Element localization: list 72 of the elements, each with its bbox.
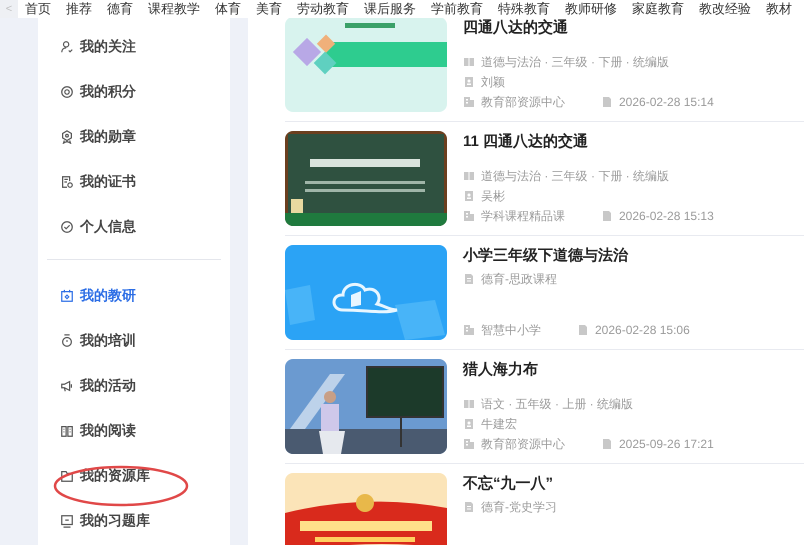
building-icon <box>463 210 475 222</box>
sidebar-item[interactable]: 个人信息 <box>60 216 136 237</box>
meta-text: 德育-思政课程 <box>481 271 557 288</box>
meta-text: 教育部资源中心 <box>481 94 565 111</box>
nav-link[interactable]: 课后服务 <box>364 1 416 17</box>
book-icon <box>60 424 74 438</box>
sidebar-item[interactable]: 我的教研 <box>60 285 136 306</box>
nav-link[interactable]: 劳动教育 <box>297 1 349 17</box>
check-badge-icon <box>60 220 74 234</box>
meta-text: 吴彬 <box>481 188 505 205</box>
meta-text: 学科课程精品课 <box>481 208 565 225</box>
nav-link[interactable]: 推荐 <box>66 1 92 17</box>
meta-text: 语文 · 五年级 · 上册 · 统编版 <box>481 396 633 413</box>
resource-title[interactable]: 11 四通八达的交通 <box>463 131 774 153</box>
sidebar-item[interactable]: 我的关注 <box>60 36 136 57</box>
sidebar-item[interactable]: 我的证书 <box>60 171 136 192</box>
sidebar-item[interactable]: 我的培训 <box>60 330 136 351</box>
nav-link[interactable]: 首页 <box>25 1 51 17</box>
sidebar-item[interactable]: 我的积分 <box>60 81 136 102</box>
building-icon <box>463 96 475 108</box>
book-icon <box>463 56 475 68</box>
resource-title[interactable]: 猎人海力布 <box>463 359 774 381</box>
meta-text: 道德与法治 · 三年级 · 下册 · 统编版 <box>481 168 669 185</box>
meta-text: 牛建宏 <box>481 416 517 433</box>
nav-link[interactable]: 特殊教育 <box>498 1 550 17</box>
nav-link[interactable]: 德育 <box>107 1 133 17</box>
meta-text: 刘颖 <box>481 74 505 91</box>
sidebar-item[interactable]: 我的习题库 <box>60 510 150 531</box>
document-icon <box>577 324 589 336</box>
person-card-icon <box>463 190 475 202</box>
nav-link[interactable]: 教材 <box>766 1 792 17</box>
meta-text: 2026-02-28 15:06 <box>595 322 690 339</box>
person-card-icon <box>463 418 475 430</box>
coin-icon <box>60 84 74 98</box>
document-icon <box>601 438 613 450</box>
nav-link[interactable]: 体育 <box>215 1 241 17</box>
document-icon <box>601 96 613 108</box>
sidebar-item[interactable]: 我的活动 <box>60 375 136 396</box>
nav-link[interactable]: 教师研修 <box>565 1 617 17</box>
board-icon <box>60 514 74 528</box>
meta-text: 2026-02-28 15:13 <box>619 208 714 225</box>
building-icon <box>463 438 475 450</box>
meta-text: 教育部资源中心 <box>481 436 565 453</box>
nav-link[interactable]: 课程教学 <box>148 1 200 17</box>
resource-title[interactable]: 四通八达的交通 <box>463 18 774 39</box>
meta-text: 2025-09-26 17:21 <box>619 436 714 453</box>
building-icon <box>463 324 475 336</box>
sidebar-item[interactable]: 我的阅读 <box>60 420 136 441</box>
meta-text: 道德与法治 · 三年级 · 下册 · 统编版 <box>481 54 669 71</box>
document-icon <box>601 210 613 222</box>
folder-icon <box>60 468 74 482</box>
calendar-icon <box>60 288 74 302</box>
certificate-icon <box>60 174 74 188</box>
meta-text: 2026-02-28 15:14 <box>619 94 714 111</box>
person-card-icon <box>463 76 475 88</box>
resource-title[interactable]: 小学三年级下道德与法治 <box>463 245 774 267</box>
book-icon <box>463 398 475 410</box>
document-icon <box>463 501 475 513</box>
nav-link[interactable]: 家庭教育 <box>632 1 684 17</box>
book-icon <box>463 170 475 182</box>
stopwatch-icon <box>60 334 74 348</box>
nav-link[interactable]: 教改经验 <box>699 1 751 17</box>
user-icon <box>60 40 74 54</box>
nav-link[interactable]: 美育 <box>256 1 282 17</box>
resource-title[interactable]: 不忘“九一八” <box>463 473 774 495</box>
nav-link[interactable]: 学前教育 <box>431 1 483 17</box>
meta-text: 智慧中小学 <box>481 322 541 339</box>
document-icon <box>463 273 475 285</box>
medal-icon <box>60 130 74 144</box>
sidebar-item[interactable]: 我的勋章 <box>60 126 136 147</box>
megaphone-icon <box>60 378 74 392</box>
meta-text: 德育-党史学习 <box>481 499 557 516</box>
